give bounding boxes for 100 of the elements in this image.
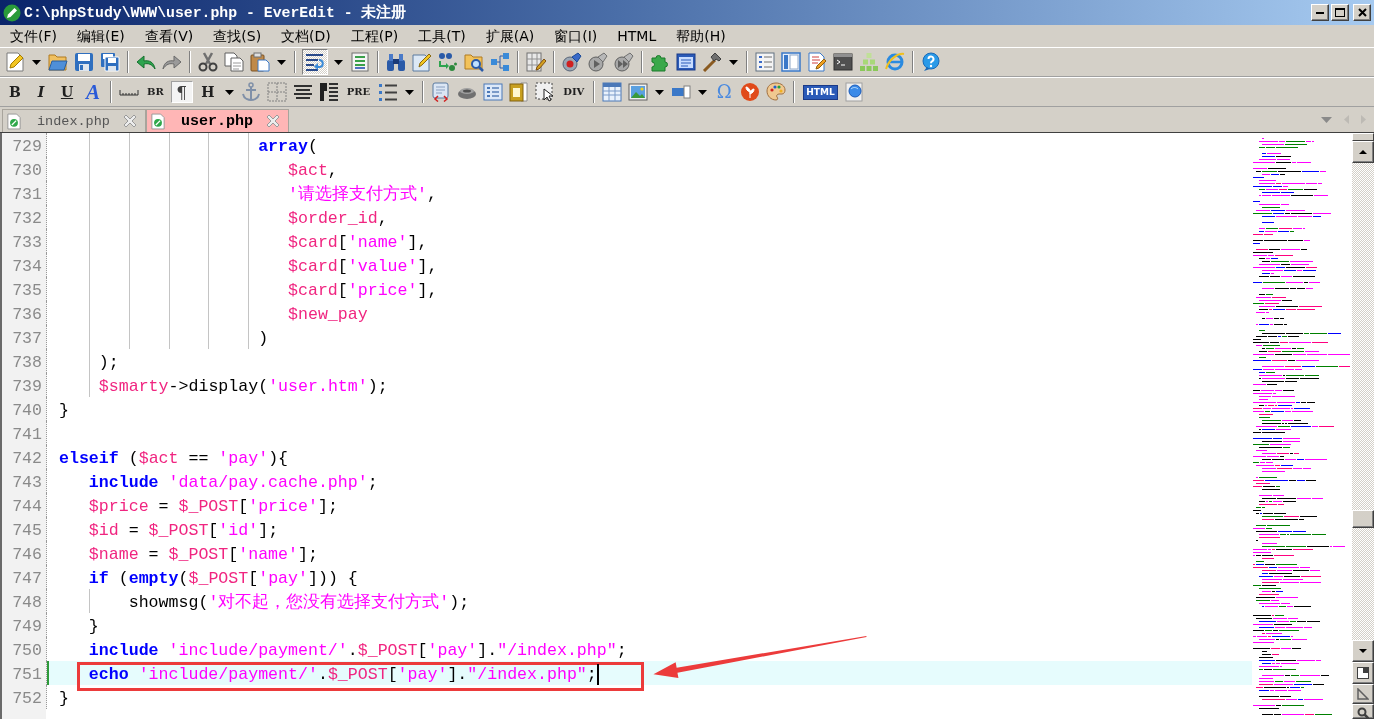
menu-item[interactable]: 查看(V) xyxy=(134,27,204,45)
bold-button[interactable]: B xyxy=(4,81,26,103)
code-line: $price = $_POST['price']; xyxy=(88,497,338,516)
horizontal-rule-icon[interactable] xyxy=(119,88,139,96)
wrap-lines-icon xyxy=(305,52,325,72)
tab[interactable]: index.php xyxy=(2,109,146,132)
puzzle-icon[interactable] xyxy=(650,52,670,72)
save-icon[interactable] xyxy=(74,52,94,72)
ruler-icon xyxy=(1357,688,1369,700)
split-handle[interactable] xyxy=(1352,133,1374,141)
selection-icon[interactable] xyxy=(535,82,556,102)
cup-icon[interactable] xyxy=(457,85,478,99)
html-button[interactable]: HTML xyxy=(803,84,838,100)
table-icon[interactable] xyxy=(602,82,623,102)
menu-item[interactable]: 扩展(A) xyxy=(475,27,545,45)
save-all-icon[interactable] xyxy=(100,52,120,72)
scroll-icon[interactable] xyxy=(431,82,452,102)
grid-pencil-icon[interactable] xyxy=(526,52,546,72)
heading-button[interactable]: H xyxy=(196,81,219,103)
play-icon[interactable] xyxy=(588,52,608,72)
window-icon[interactable] xyxy=(676,52,696,72)
menu-item[interactable]: 工程(P) xyxy=(340,27,409,45)
paste-icon[interactable] xyxy=(250,52,270,72)
binoculars-icon[interactable] xyxy=(386,52,406,72)
minimize-button[interactable] xyxy=(1311,4,1329,21)
frame-icon[interactable] xyxy=(509,82,530,102)
palette-icon[interactable] xyxy=(766,82,787,102)
pencil-icon xyxy=(3,3,21,22)
scrollbar-thumb[interactable] xyxy=(1352,510,1374,528)
underline-button[interactable]: U xyxy=(56,81,78,103)
menu-item[interactable]: 文档(D) xyxy=(271,27,341,45)
maximize-icon xyxy=(1335,8,1345,17)
menu-item[interactable]: 帮助(H) xyxy=(666,27,736,45)
flower-icon[interactable] xyxy=(740,82,761,102)
caret-icon[interactable] xyxy=(224,89,234,95)
code-line: ) xyxy=(258,329,269,348)
globe-icon[interactable] xyxy=(844,82,865,102)
split-view-button[interactable] xyxy=(1352,662,1374,684)
search-icon xyxy=(1357,707,1369,719)
minimize-icon xyxy=(1316,11,1324,14)
help-icon[interactable] xyxy=(921,52,941,72)
scroll-up-button[interactable] xyxy=(1352,141,1374,163)
terminal-icon[interactable] xyxy=(833,52,853,72)
caret-icon[interactable] xyxy=(405,89,415,95)
tab[interactable]: user.php xyxy=(145,109,289,132)
menu-item[interactable]: HTML xyxy=(607,27,667,45)
code-line: } xyxy=(59,401,69,420)
new-file-icon[interactable] xyxy=(5,52,25,72)
close-button[interactable] xyxy=(1353,4,1371,21)
caret-icon[interactable] xyxy=(655,89,665,95)
undo-icon[interactable] xyxy=(136,52,156,72)
document-lines-icon[interactable] xyxy=(350,52,370,72)
code-line: $name = $_POST['name']; xyxy=(88,545,318,564)
caret-icon[interactable] xyxy=(32,59,41,65)
code-line: $id = $_POST['id']; xyxy=(88,521,279,540)
caret-icon[interactable] xyxy=(698,89,708,95)
record-icon[interactable] xyxy=(562,52,582,72)
hammer-icon[interactable] xyxy=(702,52,722,72)
replace-icon[interactable] xyxy=(438,52,458,72)
align-icon[interactable] xyxy=(292,85,313,99)
ruler-button[interactable] xyxy=(1352,684,1374,704)
code-line: ); xyxy=(98,353,119,372)
code-line: $card['value'], xyxy=(288,257,438,276)
redo-icon[interactable] xyxy=(162,52,182,72)
zoom-button[interactable] xyxy=(1352,704,1374,719)
copy-icon[interactable] xyxy=(224,52,244,72)
font-button[interactable]: A xyxy=(82,81,104,103)
paragraph-button[interactable]: ¶ xyxy=(170,81,193,103)
menu-item[interactable]: 编辑(E) xyxy=(67,27,135,45)
caret-icon[interactable] xyxy=(334,59,343,65)
paragraph-lines-icon[interactable] xyxy=(318,82,339,102)
menu-item[interactable]: 窗口(I) xyxy=(544,27,608,45)
menu-item[interactable]: 工具(T) xyxy=(408,27,476,45)
menu-item[interactable]: 文件(F) xyxy=(0,27,67,45)
div-button[interactable]: DIV xyxy=(560,81,588,103)
preformatted-button[interactable]: PRE xyxy=(343,81,374,103)
scissors-icon[interactable] xyxy=(198,52,218,72)
form-icon[interactable] xyxy=(483,82,504,102)
panel-icon[interactable] xyxy=(781,52,801,72)
code-line: '请选择支付方式', xyxy=(288,185,437,204)
scroll-down-button[interactable] xyxy=(1352,640,1374,662)
image-icon[interactable] xyxy=(628,82,649,102)
line-break-button[interactable]: BR xyxy=(144,81,167,103)
caret-icon[interactable] xyxy=(277,59,286,65)
code-line: elseif ($act == 'pay'){ xyxy=(59,449,289,468)
folder-search-icon[interactable] xyxy=(464,52,484,72)
input-box-icon[interactable] xyxy=(671,85,692,99)
open-folder-icon[interactable] xyxy=(48,52,68,72)
code-line: $card['price'], xyxy=(288,281,438,300)
outline-icon[interactable] xyxy=(755,52,775,72)
document-edit-icon[interactable] xyxy=(807,52,827,72)
document-pencil-icon[interactable] xyxy=(412,52,432,72)
caret-icon[interactable] xyxy=(729,59,738,65)
bullet-list-icon[interactable] xyxy=(378,82,399,102)
code-line: } xyxy=(88,617,99,636)
menu-item[interactable]: 查找(S) xyxy=(203,27,272,45)
play-all-icon[interactable] xyxy=(614,52,634,72)
maximize-button[interactable] xyxy=(1331,4,1349,21)
italic-button[interactable]: I xyxy=(30,81,52,103)
wrap-toggle-button[interactable] xyxy=(302,49,328,75)
